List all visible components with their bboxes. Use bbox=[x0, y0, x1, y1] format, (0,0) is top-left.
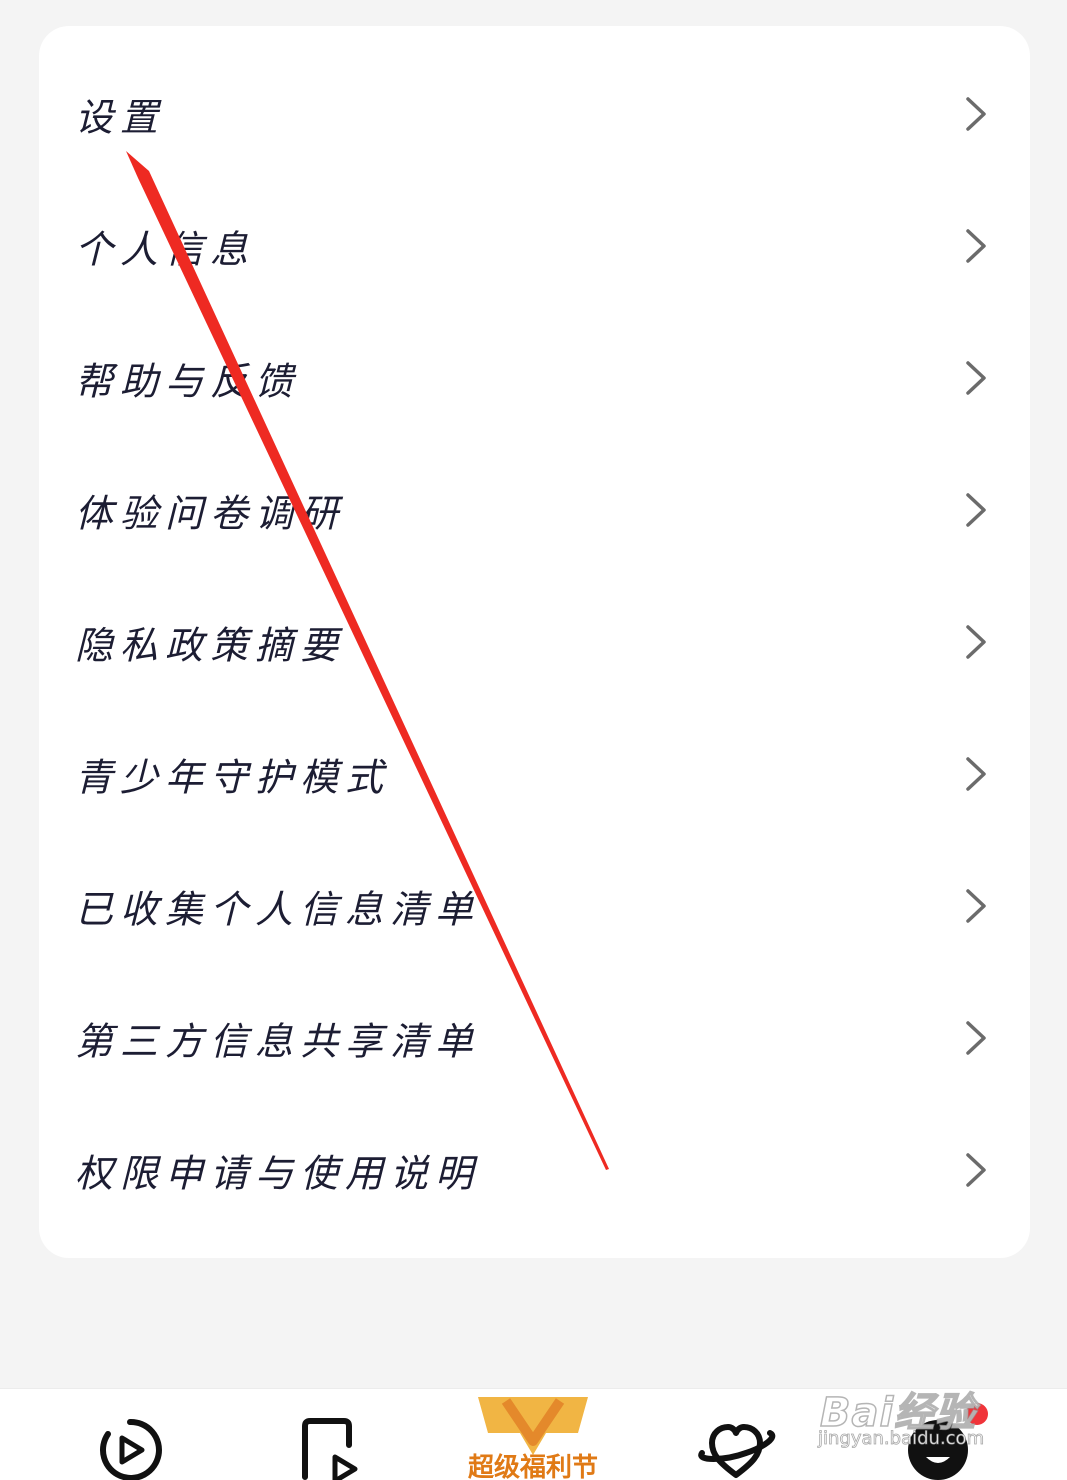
nav-tab-discover[interactable] bbox=[676, 1389, 796, 1480]
chevron-right-icon bbox=[966, 361, 986, 395]
menu-item-settings[interactable]: 设置 bbox=[39, 48, 1030, 180]
chevron-right-icon bbox=[966, 757, 986, 791]
profile-avatar-icon bbox=[908, 1420, 968, 1480]
chevron-right-icon bbox=[966, 97, 986, 131]
play-circle-icon bbox=[99, 1418, 162, 1480]
video-page-icon bbox=[302, 1418, 358, 1480]
menu-card: 设置 个人信息 帮助与反馈 体验问卷调研 隐私政策摘要 青少年守护模式 已收集个… bbox=[39, 26, 1030, 1258]
promo-label: 超级福利节 bbox=[468, 1453, 599, 1480]
bottom-nav: 超级福利节 bbox=[0, 1388, 1067, 1480]
planet-heart-icon bbox=[698, 1424, 776, 1478]
menu-item-label: 设置 bbox=[75, 95, 166, 140]
promo-welfare-button[interactable]: 超级福利节 bbox=[448, 1389, 618, 1480]
chevron-right-icon bbox=[966, 1021, 986, 1055]
settings-page: 设置 个人信息 帮助与反馈 体验问卷调研 隐私政策摘要 青少年守护模式 已收集个… bbox=[0, 0, 1067, 1480]
menu-item-label: 个人信息 bbox=[75, 227, 256, 272]
menu-item-youth-mode[interactable]: 青少年守护模式 bbox=[39, 708, 1030, 840]
menu-item-label: 权限申请与使用说明 bbox=[75, 1151, 481, 1196]
menu-item-survey[interactable]: 体验问卷调研 bbox=[39, 444, 1030, 576]
menu-item-privacy-summary[interactable]: 隐私政策摘要 bbox=[39, 576, 1030, 708]
menu-item-label: 隐私政策摘要 bbox=[75, 623, 346, 668]
menu-item-third-party-sharing[interactable]: 第三方信息共享清单 bbox=[39, 972, 1030, 1104]
menu-item-label: 青少年守护模式 bbox=[75, 755, 391, 800]
menu-item-label: 第三方信息共享清单 bbox=[75, 1019, 481, 1064]
chevron-right-icon bbox=[966, 625, 986, 659]
nav-tab-home[interactable] bbox=[70, 1389, 190, 1480]
menu-item-label: 体验问卷调研 bbox=[75, 491, 346, 536]
menu-item-label: 帮助与反馈 bbox=[75, 359, 301, 404]
chevron-right-icon bbox=[966, 493, 986, 527]
notification-badge bbox=[966, 1403, 988, 1425]
menu-item-help-feedback[interactable]: 帮助与反馈 bbox=[39, 312, 1030, 444]
chevron-right-icon bbox=[966, 1153, 986, 1187]
chevron-right-icon bbox=[966, 229, 986, 263]
menu-item-personal-info[interactable]: 个人信息 bbox=[39, 180, 1030, 312]
menu-item-label: 已收集个人信息清单 bbox=[75, 887, 481, 932]
chevron-right-icon bbox=[966, 889, 986, 923]
menu-item-permissions[interactable]: 权限申请与使用说明 bbox=[39, 1104, 1030, 1236]
nav-tab-video[interactable] bbox=[272, 1389, 392, 1480]
menu-item-collected-info-list[interactable]: 已收集个人信息清单 bbox=[39, 840, 1030, 972]
